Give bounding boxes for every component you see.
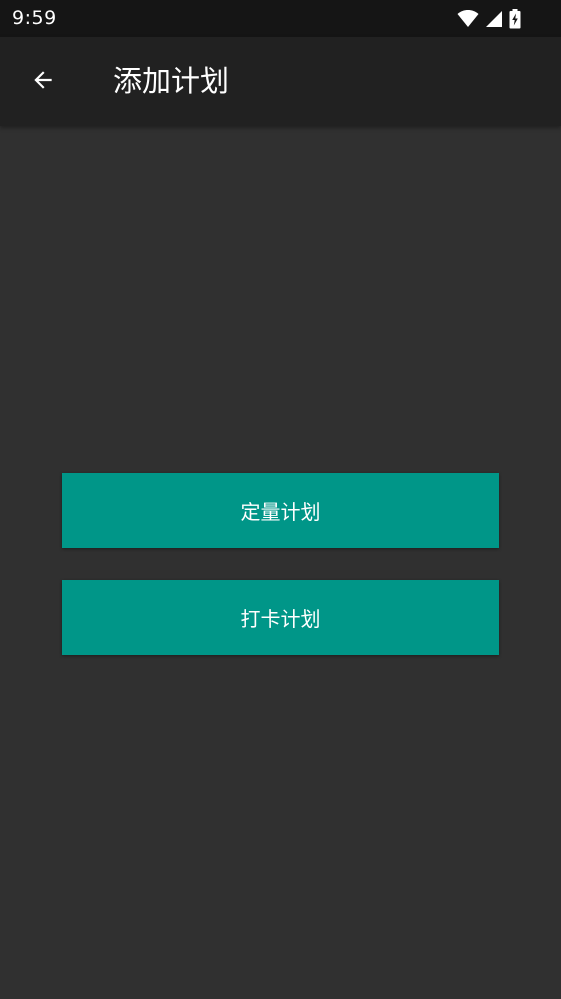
status-bar: 9:59 — [0, 0, 561, 37]
checkin-plan-button[interactable]: 打卡计划 — [62, 580, 499, 655]
page-title: 添加计划 — [113, 64, 230, 98]
wifi-icon — [457, 9, 479, 28]
battery-charging-icon — [509, 8, 521, 29]
quantity-plan-button[interactable]: 定量计划 — [62, 473, 499, 548]
back-button[interactable] — [19, 58, 67, 106]
status-time: 9:59 — [12, 7, 57, 29]
status-icons — [457, 8, 521, 29]
arrow-left-icon — [30, 67, 56, 97]
app-bar: 添加计划 — [0, 37, 561, 126]
cellular-signal-icon — [485, 10, 503, 28]
